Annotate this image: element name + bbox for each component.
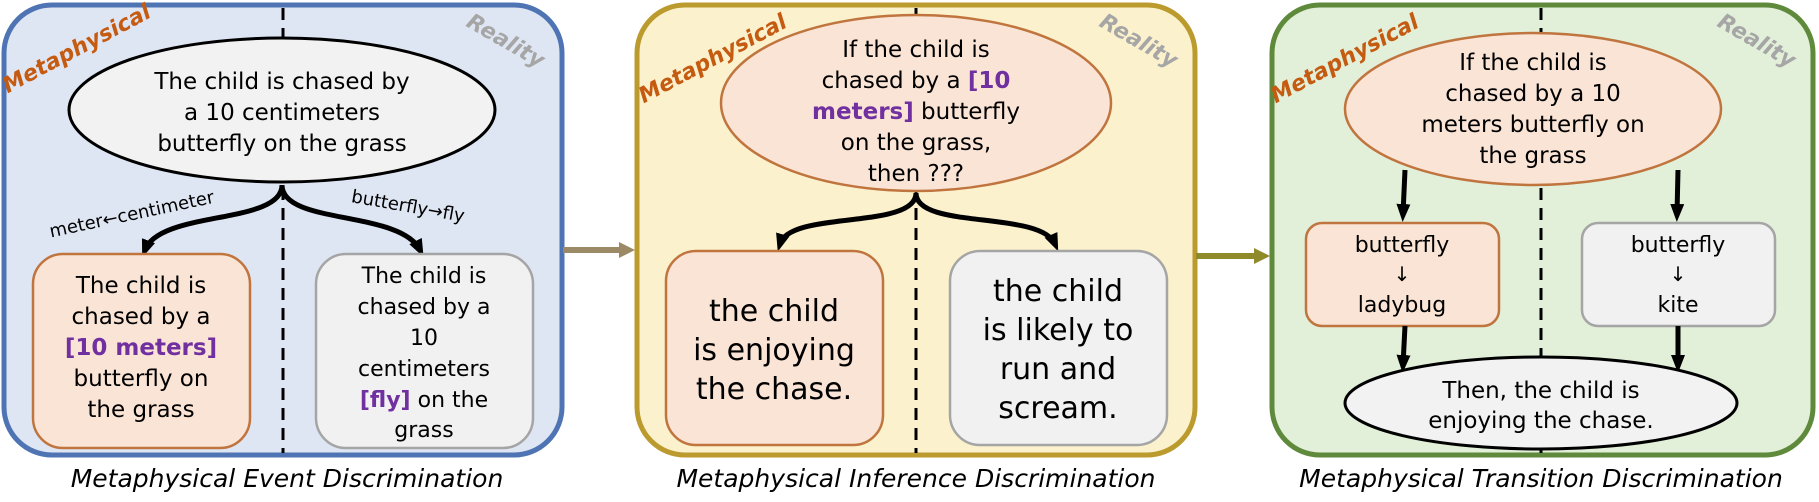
panel-transition-discrimination: Metaphysical Reality If the child is cha… — [1267, 2, 1816, 493]
panel1-meta-line5: the grass — [87, 397, 194, 423]
panel2-event-highlight-b: meters] — [812, 99, 914, 125]
diagram-canvas: Metaphysical Reality The child is chased… — [0, 0, 1816, 493]
panel-inference-discrimination: Metaphysical Reality If the child is cha… — [634, 2, 1198, 493]
panel1-real-highlight: [fly] — [360, 388, 411, 413]
panel1-real-after: on the — [411, 388, 489, 413]
panel3-event-line2: chased by a 10 — [1445, 81, 1621, 107]
panel2-real-line2: is likely to — [983, 313, 1134, 348]
panel2-event-line4: on the grass, — [841, 130, 991, 156]
panel1-meta-line4: butterfly on — [74, 366, 209, 392]
panel2-event-line1: If the child is — [842, 37, 990, 63]
panel1-real-line1: The child is — [361, 264, 487, 289]
panel2-event-highlight-a: [10 — [968, 68, 1011, 94]
panel1-real-line3: 10 — [410, 326, 438, 351]
panel2-event-after: butterfly — [914, 99, 1020, 125]
panel-event-discrimination: Metaphysical Reality The child is chased… — [0, 0, 565, 493]
panel2-event-chased: chased by a — [822, 68, 968, 94]
panel1-meta-line2: chased by a — [72, 304, 211, 330]
panel3-conclusion-line1: Then, the child is — [1441, 378, 1639, 404]
panel3-real-arrow: ↓ — [1670, 262, 1687, 286]
panel3-event-line1: If the child is — [1459, 50, 1607, 76]
panel2-caption: Metaphysical Inference Discrimination — [676, 464, 1155, 493]
panel2-real-line4: scream. — [998, 391, 1117, 426]
panel1-real-line2: chased by a — [358, 295, 491, 320]
panel3-meta-arrow: ↓ — [1394, 262, 1411, 286]
panel2-meta-line3: the chase. — [696, 372, 852, 407]
panel1-meta-highlight: [10 meters] — [65, 335, 217, 361]
panel2-real-line3: run and — [1000, 352, 1116, 387]
panel3-caption: Metaphysical Transition Discrimination — [1299, 464, 1783, 493]
panel1-real-line4: centimeters — [358, 357, 490, 382]
panel3-edge-bottom-left — [1396, 325, 1411, 373]
panel3-real-line3: kite — [1657, 293, 1698, 318]
panel3-conclusion-line2: enjoying the chase. — [1428, 408, 1654, 434]
panel3-event-line4: the grass — [1479, 143, 1586, 169]
panel1-caption: Metaphysical Event Discrimination — [71, 464, 504, 493]
panel1-event-line1: The child is chased by — [153, 69, 409, 95]
panel3-edge-top-right — [1670, 169, 1685, 222]
panel1-event-line3: butterfly on the grass — [157, 131, 406, 157]
panel1-meta-line1: The child is — [75, 273, 206, 299]
panel3-real-line1: butterfly — [1631, 233, 1726, 258]
panel3-meta-line1: butterfly — [1355, 233, 1450, 258]
panel2-meta-line2: is enjoying — [693, 333, 855, 368]
panel3-event-line3: meters butterfly on — [1421, 112, 1644, 138]
panel3-edge-top-left — [1396, 169, 1411, 222]
panel2-real-line1: the child — [993, 274, 1123, 309]
panel1-event-line2: a 10 centimeters — [184, 100, 380, 126]
panel2-event-line3: meters] butterfly — [812, 99, 1020, 125]
panel2-event-line2: chased by a [10 — [822, 68, 1011, 94]
panel3-meta-line3: ladybug — [1358, 293, 1446, 318]
panel1-real-line6: grass — [394, 418, 453, 443]
panel2-event-line5: then ??? — [868, 161, 964, 187]
panel1-real-line5: [fly] on the — [360, 388, 488, 413]
panel2-meta-line1: the child — [709, 294, 839, 329]
